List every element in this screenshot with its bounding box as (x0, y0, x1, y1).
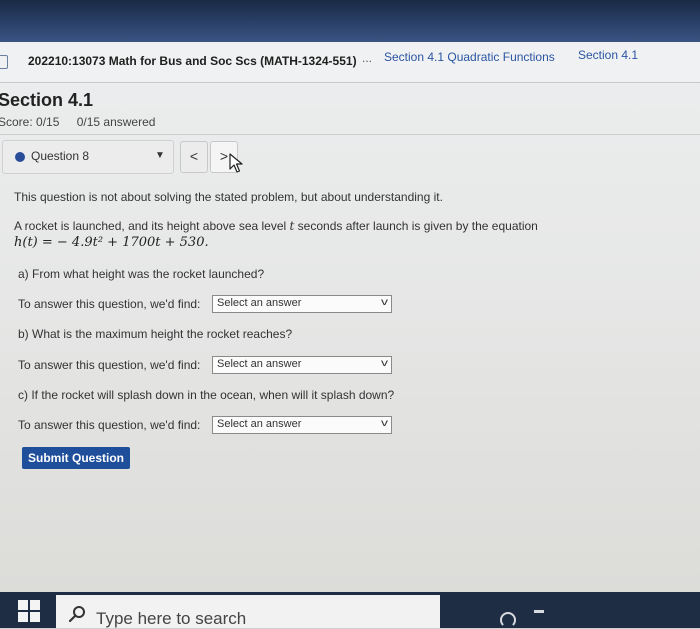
breadcrumb-ellipsis[interactable]: ... (362, 51, 372, 65)
part-c-question: c) If the rocket will splash down in the… (18, 388, 395, 402)
caret-down-icon: ▼ (155, 150, 165, 161)
select-placeholder: Select an answer (217, 297, 302, 309)
question-navigation: Question 8 ▼ < > (0, 140, 700, 174)
course-title[interactable]: 202210:13073 Math for Bus and Soc Scs (M… (28, 54, 357, 68)
part-b-question: b) What is the maximum height the rocket… (18, 327, 293, 341)
score-summary: Score: 0/15 0/15 answered (0, 115, 155, 129)
height-equation: h(t) = − 4.9t² + 1700t + 530. (14, 235, 209, 250)
circle-icon (15, 152, 25, 162)
question-dropdown[interactable]: Question 8 ▼ (2, 140, 174, 174)
taskbar-search-box[interactable]: Type here to search (56, 595, 440, 628)
breadcrumb-link[interactable]: Section 4.1 Quadratic Functions (384, 50, 555, 64)
previous-question-button[interactable]: < (180, 141, 208, 173)
answer-prompt: To answer this question, we'd find: (18, 297, 201, 311)
select-placeholder: Select an answer (217, 358, 302, 370)
chevron-down-icon: v (381, 418, 388, 429)
chevron-down-icon: v (381, 358, 388, 369)
breadcrumb-current[interactable]: Section 4.1 (578, 48, 638, 62)
part-c-answer-row: To answer this question, we'd find: Sele… (18, 416, 398, 436)
part-b-answer-row: To answer this question, we'd find: Sele… (18, 356, 398, 376)
page-title: Section 4.1 (0, 90, 94, 110)
document-icon (0, 55, 8, 69)
chevron-down-icon: v (381, 297, 388, 308)
screen-top-bezel (0, 0, 700, 42)
divider (0, 134, 700, 135)
question-intro: This question is not about solving the s… (14, 190, 443, 204)
windows-taskbar: Type here to search (0, 592, 700, 628)
submit-question-button[interactable]: Submit Question (22, 447, 130, 469)
question-dropdown-label: Question 8 (31, 149, 90, 163)
answered-count: 0/15 answered (76, 115, 156, 129)
problem-text-end: seconds after launch is given by the equ… (294, 219, 538, 233)
problem-statement: A rocket is launched, and its height abo… (14, 219, 538, 233)
part-a-answer-row: To answer this question, we'd find: Sele… (18, 295, 398, 315)
search-placeholder: Type here to search (96, 609, 247, 628)
part-a-question: a) From what height was the rocket launc… (18, 267, 265, 281)
search-icon (68, 606, 85, 623)
select-placeholder: Select an answer (217, 418, 302, 430)
part-c-answer-select[interactable]: Select an answer v (212, 416, 392, 434)
course-header: 202210:13073 Math for Bus and Soc Scs (M… (0, 42, 700, 83)
windows-logo-icon[interactable] (18, 600, 40, 622)
answer-prompt: To answer this question, we'd find: (18, 418, 201, 432)
answer-prompt: To answer this question, we'd find: (18, 358, 201, 372)
browser-page: 202210:13073 Math for Bus and Soc Scs (M… (0, 42, 700, 592)
edge-browser-icon[interactable] (500, 612, 516, 628)
score-text: Score: 0/15 (0, 115, 60, 129)
part-b-answer-select[interactable]: Select an answer v (212, 356, 392, 374)
mouse-cursor-icon (229, 153, 243, 173)
problem-text-start: A rocket is launched, and its height abo… (14, 219, 290, 233)
file-explorer-icon[interactable] (534, 610, 544, 627)
part-a-answer-select[interactable]: Select an answer v (212, 295, 392, 313)
